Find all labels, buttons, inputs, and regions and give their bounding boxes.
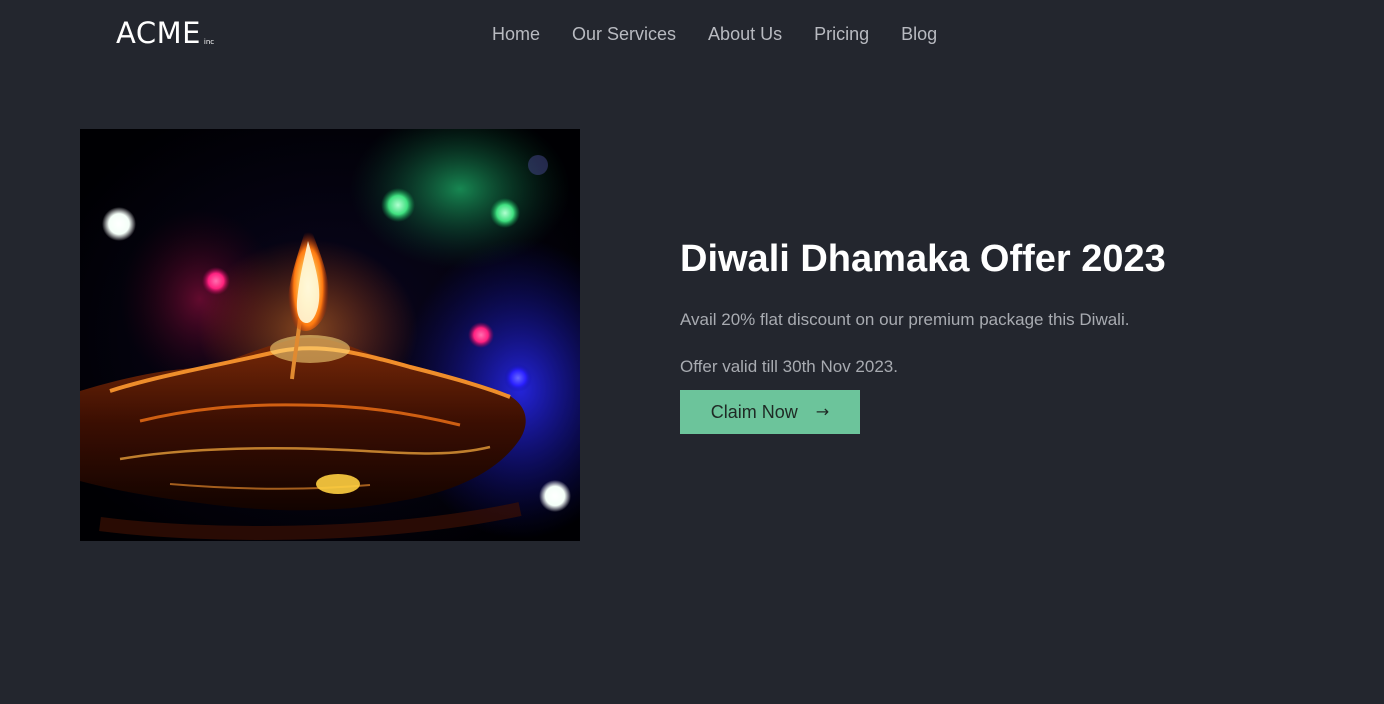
nav-item-pricing[interactable]: Pricing [814, 22, 869, 46]
offer-description: Avail 20% flat discount on our premium p… [680, 310, 1130, 329]
diya-candle-image [80, 129, 580, 541]
brand-logo[interactable]: ACME inc [116, 16, 214, 50]
claim-now-button[interactable]: Claim Now → [680, 390, 860, 434]
nav-item-about-us[interactable]: About Us [708, 22, 782, 46]
nav-item-our-services[interactable]: Our Services [572, 22, 676, 46]
arrow-right-icon: → [815, 402, 830, 421]
nav-item-home[interactable]: Home [492, 22, 540, 46]
brand-name: ACME [116, 16, 201, 50]
nav-item-blog[interactable]: Blog [901, 22, 937, 46]
offer-validity: Offer valid till 30th Nov 2023. [680, 357, 898, 376]
claim-now-label: Claim Now [710, 401, 798, 422]
offer-content: Diwali Dhamaka Offer 2023 Avail 20% flat… [680, 234, 1320, 434]
site-header: ACME inc Home Our Services About Us Pric… [0, 0, 1384, 68]
brand-suffix: inc [203, 38, 215, 46]
offer-title: Diwali Dhamaka Offer 2023 [680, 238, 1166, 280]
main-nav: Home Our Services About Us Pricing Blog [492, 22, 937, 46]
